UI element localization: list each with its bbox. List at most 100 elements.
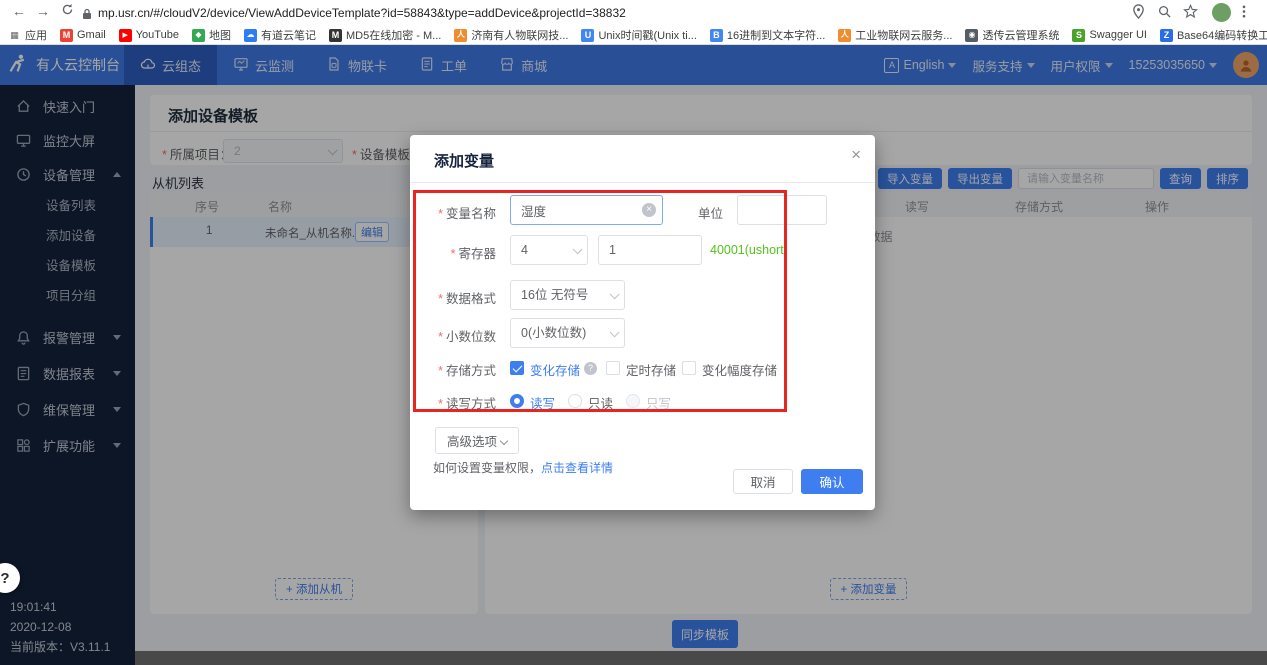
- edit-slave-button[interactable]: 编辑: [355, 222, 389, 242]
- sidebar-item-quick-start[interactable]: 快速入门: [0, 89, 135, 123]
- tab-cloud-scada[interactable]: 云组态: [124, 45, 217, 85]
- close-icon[interactable]: ×: [851, 145, 861, 165]
- browser-avatar[interactable]: [1212, 3, 1231, 22]
- register-address-input[interactable]: [598, 235, 702, 265]
- usr-logo-icon: [8, 53, 28, 78]
- chevron-down-icon: [610, 327, 620, 337]
- unit-input[interactable]: [737, 195, 827, 225]
- chevron-down-icon: [610, 289, 620, 299]
- sidebar-item-device-list[interactable]: 设备列表: [0, 191, 135, 221]
- user-permission-menu[interactable]: 用户权限: [1051, 56, 1113, 75]
- device-icon: [16, 167, 31, 182]
- sidebar-item-extensions[interactable]: 扩展功能: [0, 427, 135, 463]
- variable-search-input[interactable]: [1018, 168, 1154, 189]
- browser-menu-icon[interactable]: [1237, 4, 1255, 22]
- sidebar-item-data-report[interactable]: 数据报表: [0, 355, 135, 391]
- top-nav: 有人云控制台 云组态 云监测 物联卡 工单 商城: [0, 45, 1267, 85]
- bookmark-iiot-cloud[interactable]: 人工业物联网云服务...: [838, 27, 952, 43]
- bookmark-unix-time[interactable]: UUnix时间戳(Unix ti...: [581, 27, 696, 43]
- write-only-option[interactable]: 只写: [646, 393, 671, 412]
- account-menu[interactable]: 15253035650: [1129, 58, 1217, 72]
- bookmark-youdao[interactable]: ☁有道云笔记: [244, 27, 316, 43]
- data-format-select[interactable]: 16位 无符号: [510, 280, 625, 310]
- user-avatar[interactable]: [1233, 52, 1259, 78]
- read-only-option[interactable]: 只读: [588, 393, 613, 412]
- back-icon[interactable]: ←: [10, 3, 28, 19]
- checkbox-change-storage[interactable]: [510, 361, 524, 375]
- bookmark-maps[interactable]: ◆地图: [192, 27, 231, 43]
- reload-icon[interactable]: [58, 3, 76, 19]
- project-select[interactable]: 2: [223, 139, 343, 163]
- sidebar-item-add-device[interactable]: 添加设备: [0, 221, 135, 251]
- forward-icon[interactable]: →: [34, 3, 52, 19]
- slave-name: 未命名_从机名称...: [265, 225, 355, 241]
- apps-grid-icon: ▦: [8, 29, 21, 42]
- url-row: ← → mp.usr.cn/#/cloudV2/device/ViewAddDe…: [0, 0, 1267, 26]
- tab-cloud-monitor[interactable]: 云监测: [217, 45, 310, 85]
- bookmark-md5[interactable]: MMD5在线加密 - M...: [329, 27, 441, 43]
- location-icon[interactable]: [1131, 4, 1149, 22]
- sidebar-item-project-group[interactable]: 项目分组: [0, 281, 135, 311]
- clear-input-icon[interactable]: ×: [642, 203, 656, 217]
- youdao-icon: ☁: [244, 29, 257, 42]
- sidebar: 快速入门 监控大屏 设备管理 设备列表 添加设备 设备模板 项目分组 报警管理 …: [0, 85, 135, 665]
- bookmark-usr-tech[interactable]: 人济南有人物联网技...: [454, 27, 568, 43]
- radio-write-only[interactable]: [626, 394, 640, 408]
- bookmark-gmail[interactable]: MGmail: [60, 29, 106, 42]
- query-button[interactable]: 查询: [1160, 168, 1201, 189]
- bookmark-star-icon[interactable]: [1183, 4, 1201, 22]
- sidebar-item-device-management[interactable]: 设备管理: [0, 157, 135, 191]
- sort-button[interactable]: 排序: [1207, 168, 1248, 189]
- change-storage-option[interactable]: 变化存储: [530, 360, 580, 379]
- home-icon: [16, 99, 31, 114]
- radio-read-write[interactable]: [510, 394, 524, 408]
- monitor-icon: [233, 56, 249, 75]
- cancel-button[interactable]: 取消: [733, 469, 793, 494]
- add-variable-dialog: 添加变量 × 变量名称 × 单位 寄存器 4 40001(ushort) 数据格…: [410, 135, 875, 510]
- bookmark-apps[interactable]: ▦应用: [8, 27, 47, 43]
- import-variable-button[interactable]: 导入变量: [878, 168, 942, 189]
- register-select[interactable]: 4: [510, 235, 588, 265]
- add-variable-button[interactable]: + 添加变量: [830, 578, 908, 600]
- clock-date: 2020-12-08: [10, 617, 110, 637]
- chevron-down-icon: [573, 244, 583, 254]
- sidebar-item-alarm-management[interactable]: 报警管理: [0, 319, 135, 355]
- sim-card-icon: [326, 56, 342, 75]
- bookmark-hex-text[interactable]: B16进制到文本字符...: [710, 27, 825, 43]
- variable-name-input[interactable]: [510, 195, 663, 225]
- browser-chrome: ← → mp.usr.cn/#/cloudV2/device/ViewAddDe…: [0, 0, 1267, 45]
- service-support-menu[interactable]: 服务支持: [972, 56, 1034, 75]
- sync-template-button[interactable]: 同步模板: [672, 620, 738, 648]
- checkbox-timed-storage[interactable]: [606, 361, 620, 375]
- read-write-option[interactable]: 读写: [530, 393, 555, 412]
- bookmark-passthrough[interactable]: ◉透传云管理系统: [965, 27, 1059, 43]
- tab-iot-card[interactable]: 物联卡: [310, 45, 403, 85]
- bookmark-base64[interactable]: ZBase64编码转换工...: [1160, 27, 1267, 43]
- chevron-down-icon: [1209, 63, 1217, 68]
- search-icon[interactable]: [1157, 4, 1175, 22]
- sidebar-item-maintenance[interactable]: 维保管理: [0, 391, 135, 427]
- hex-icon: B: [710, 29, 723, 42]
- language-switcher[interactable]: A English: [884, 58, 956, 73]
- bookmark-swagger[interactable]: SSwagger UI: [1072, 29, 1146, 42]
- sidebar-item-device-template[interactable]: 设备模板: [0, 251, 135, 281]
- help-icon[interactable]: ?: [584, 362, 597, 375]
- add-slave-button[interactable]: + 添加从机: [275, 578, 353, 600]
- confirm-button[interactable]: 确认: [801, 469, 863, 494]
- sidebar-item-monitor-screen[interactable]: 监控大屏: [0, 123, 135, 157]
- bookmark-youtube[interactable]: ▶YouTube: [119, 29, 179, 42]
- amplitude-storage-option[interactable]: 变化幅度存储: [702, 360, 777, 379]
- decimal-select[interactable]: 0(小数位数): [510, 318, 625, 348]
- address-bar[interactable]: mp.usr.cn/#/cloudV2/device/ViewAddDevice…: [98, 6, 626, 20]
- advanced-options-button[interactable]: 高级选项: [435, 427, 519, 454]
- tab-mall[interactable]: 商城: [483, 45, 563, 85]
- export-variable-button[interactable]: 导出变量: [948, 168, 1012, 189]
- tab-work-order[interactable]: 工单: [403, 45, 483, 85]
- sidebar-footer: 19:01:41 2020-12-08 当前版本：V3.11.1: [10, 597, 110, 657]
- register-hint: 40001(ushort): [710, 235, 788, 265]
- radio-read-only[interactable]: [568, 394, 582, 408]
- view-details-link[interactable]: 点击查看详情: [541, 461, 613, 475]
- timed-storage-option[interactable]: 定时存储: [626, 360, 676, 379]
- base64-icon: Z: [1160, 29, 1173, 42]
- checkbox-amplitude-storage[interactable]: [682, 361, 696, 375]
